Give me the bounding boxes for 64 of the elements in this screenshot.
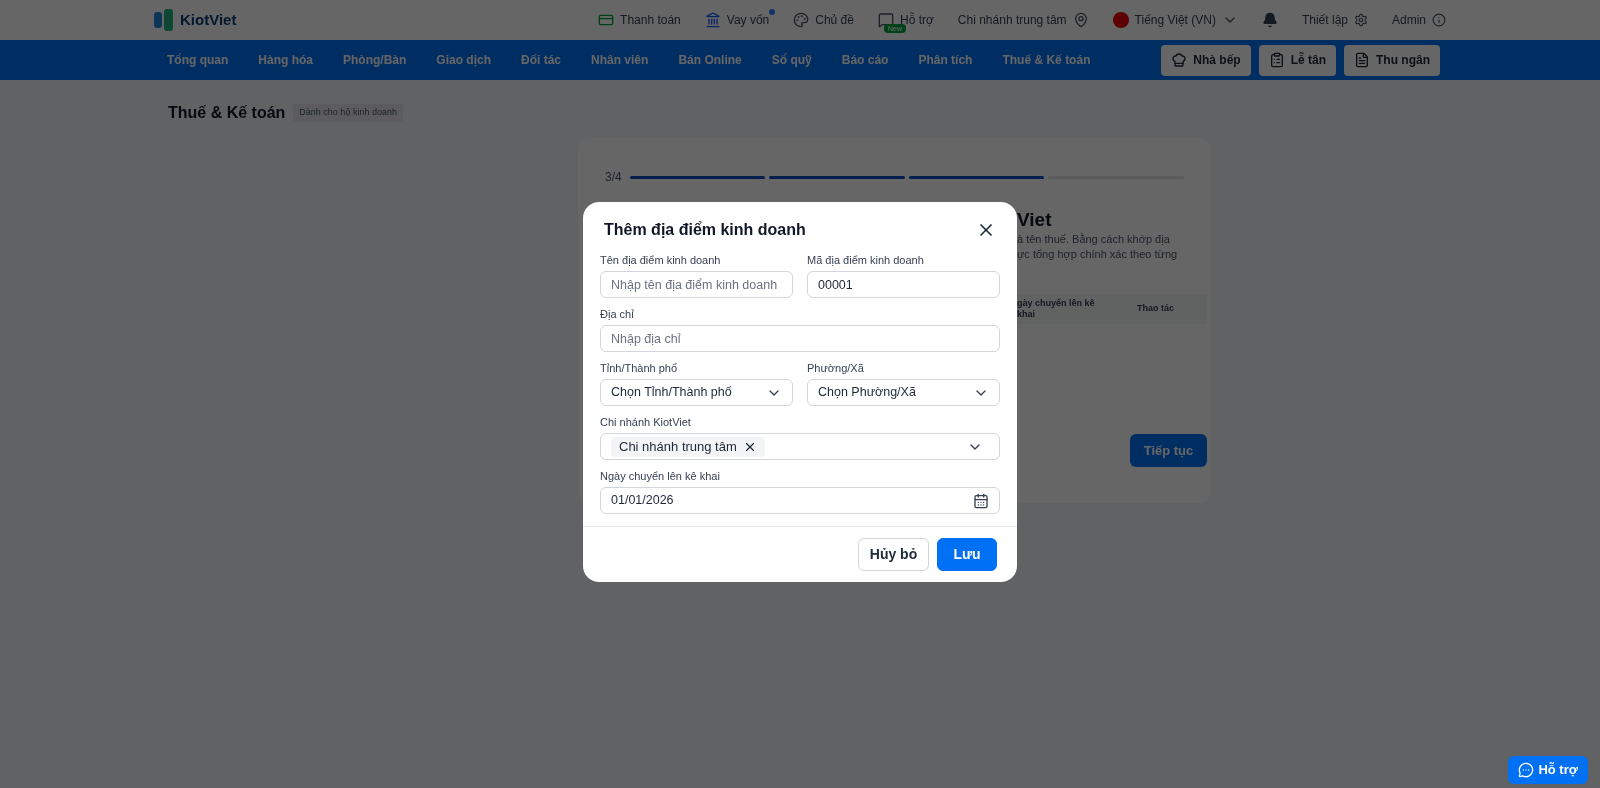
date-field[interactable]: 01/01/2026 xyxy=(600,487,1000,514)
cancel-button[interactable]: Hủy bỏ xyxy=(858,538,929,571)
nav-item[interactable]: Thuế & Kế toán xyxy=(987,51,1106,69)
nav-item[interactable]: Bán Online xyxy=(663,51,757,69)
chat-icon xyxy=(1518,762,1535,778)
nav-item[interactable]: Nhân viên xyxy=(576,51,664,69)
nav-item[interactable]: Giao dịch xyxy=(421,51,506,69)
info-icon xyxy=(1432,13,1446,27)
field-label: Chi nhánh KiotViet xyxy=(600,416,692,429)
nav-button[interactable]: Thu ngân xyxy=(1344,44,1440,76)
logo-text: KiotViet xyxy=(180,9,237,30)
select-field[interactable]: Chọn Tỉnh/Thành phố xyxy=(600,379,793,406)
topbar-link[interactable]: Thiết lập xyxy=(1301,11,1348,29)
save-button[interactable]: Lưu xyxy=(937,538,997,571)
clipboard-icon xyxy=(1268,52,1285,68)
nav-item[interactable]: Báo cáo xyxy=(826,51,904,69)
palette-icon xyxy=(793,12,810,28)
field-label: Phường/Xã xyxy=(807,362,865,375)
topbar-link[interactable]: Admin xyxy=(1392,11,1426,29)
column-header: gày chuyển lên kê khai xyxy=(1017,298,1096,320)
input-field[interactable]: Nhập địa chỉ xyxy=(600,325,1000,352)
multi-select-field[interactable]: Chi nhánh trung tâm xyxy=(600,433,1000,460)
card-description: ực tổng hợp chính xác theo từng xyxy=(1017,247,1179,262)
flag-icon xyxy=(1112,12,1129,28)
field-label: Địa chỉ xyxy=(600,308,635,321)
nav-button[interactable]: Nhà bếp xyxy=(1161,44,1251,76)
calendar-icon[interactable] xyxy=(973,492,989,509)
input-field[interactable]: Nhập tên địa điểm kinh doanh xyxy=(600,271,793,298)
nav-item[interactable]: Phân tích xyxy=(903,51,988,69)
continue-button[interactable]: Tiếp tục xyxy=(1130,434,1207,467)
topbar-link[interactable]: Chi nhánh trung tâm xyxy=(957,11,1067,29)
column-header: Thao tác xyxy=(1137,302,1174,316)
help-button[interactable]: Hỗ trợ xyxy=(1508,756,1588,784)
logo-icon xyxy=(154,9,174,31)
topbar-link[interactable]: Vay vốn xyxy=(726,11,770,29)
field-label: Ngày chuyển lên kê khai xyxy=(600,470,721,483)
step-counter: 3/4 xyxy=(605,169,622,186)
nav-item[interactable]: Hàng hóa xyxy=(243,51,328,69)
nav-item[interactable]: Phòng/Bàn xyxy=(328,51,422,69)
nav-item[interactable]: Sổ quỹ xyxy=(756,51,827,69)
chef-hat-icon xyxy=(1171,52,1188,68)
bell-icon[interactable] xyxy=(1261,12,1278,28)
topbar-link[interactable]: Chủ đề xyxy=(815,11,854,29)
modal-title: Thêm địa điểm kinh doanh xyxy=(604,220,806,240)
topbar-link[interactable]: Tiếng Việt (VN) xyxy=(1134,11,1216,29)
bank-icon xyxy=(704,12,721,28)
field-label: Tỉnh/Thành phố xyxy=(600,362,679,375)
field-label: Mã địa điểm kinh doanh xyxy=(807,254,925,267)
location-icon xyxy=(1072,12,1089,28)
topbar-link[interactable]: Thanh toán xyxy=(620,11,681,29)
page-title: Thuế & Kế toán xyxy=(168,103,286,123)
branch-tag: Chi nhánh trung tâm xyxy=(611,436,765,457)
field-label: Tên địa điểm kinh doanh xyxy=(600,254,722,267)
card-title: Viet xyxy=(1017,208,1053,232)
nav-button[interactable]: Lễ tân xyxy=(1258,44,1336,76)
chat-icon xyxy=(877,12,894,28)
input-field[interactable]: 00001 xyxy=(807,271,1000,298)
card-icon xyxy=(598,12,615,28)
select-field[interactable]: Chọn Phường/Xã xyxy=(807,379,1000,406)
nav-item[interactable]: Tổng quan xyxy=(152,51,244,69)
nav-item[interactable]: Đối tác xyxy=(506,51,577,69)
settings-icon xyxy=(1354,13,1368,27)
card-description: à tên thuế. Bằng cách khớp địa xyxy=(1017,232,1171,247)
document-icon xyxy=(1354,52,1370,68)
